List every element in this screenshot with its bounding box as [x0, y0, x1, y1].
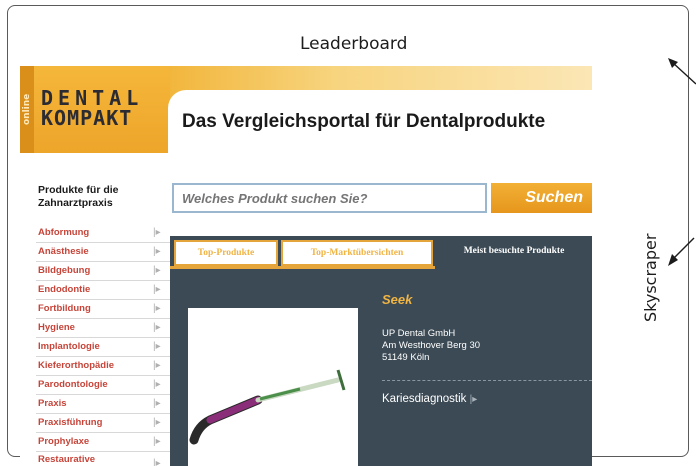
sidebar-item-fortbildung[interactable]: Fortbildung |▸: [36, 300, 170, 319]
chevron-right-icon: |▸: [153, 246, 161, 257]
company-name: UP Dental GmbH: [382, 328, 456, 339]
divider: [382, 380, 592, 381]
sidebar-item-prophylaxe[interactable]: Prophylaxe |▸: [36, 433, 170, 452]
sidebar-item-label: Implantologie: [38, 341, 100, 352]
arrow-skyscraper-icon: [668, 237, 695, 266]
sidebar-heading: Produkte für die Zahnarztpraxis: [38, 184, 148, 210]
sidebar-item-label: Endodontie: [38, 284, 91, 295]
sidebar-item-parodontologie[interactable]: Parodontologie |▸: [36, 376, 170, 395]
chevron-right-icon: |▸: [153, 436, 161, 447]
leaderboard-label: Leaderboard: [300, 34, 408, 54]
chevron-right-icon: |▸: [153, 379, 161, 390]
chevron-right-icon: |▸: [153, 303, 161, 314]
sidebar-item-label: Restaurative: [38, 454, 96, 465]
sidebar-item-label: Praxisführung: [38, 417, 103, 428]
sidebar-item-label: Abformung: [38, 227, 90, 238]
chevron-right-icon: |▸: [153, 458, 161, 466]
sidebar-item-endodontie[interactable]: Endodontie |▸: [36, 281, 170, 300]
chevron-right-icon: |▸: [153, 284, 161, 295]
skyscraper-label: Skyscraper: [641, 233, 660, 322]
sidebar-item-hygiene[interactable]: Hygiene |▸: [36, 319, 170, 338]
sidebar-item-praxisfuehrung[interactable]: Praxisführung |▸: [36, 414, 170, 433]
product-search-input[interactable]: [172, 183, 487, 213]
site-title: Das Vergleichsportal für Dentalprodukte: [182, 111, 546, 132]
chevron-right-icon: |▸: [153, 398, 161, 409]
tab-underline: [170, 266, 435, 269]
tab-top-produkte[interactable]: Top-Produkte: [174, 240, 278, 266]
sidebar-item-praxis[interactable]: Praxis |▸: [36, 395, 170, 414]
sidebar-item-label: Praxis: [38, 398, 67, 409]
search-button[interactable]: Suchen: [491, 183, 592, 213]
category-label: Kariesdiagnostik: [382, 393, 467, 405]
manufacturer-address: UP Dental GmbH Am Westhover Berg 30 5114…: [382, 328, 480, 364]
sidebar-item-abformung[interactable]: Abformung |▸: [36, 224, 170, 243]
online-vertical-tab: online: [20, 66, 34, 153]
tab-top-marktuebersichten[interactable]: Top-Marktübersichten: [281, 240, 433, 266]
sidebar-item-implantologie[interactable]: Implantologie |▸: [36, 338, 170, 357]
arrow-leaderboard-icon: [668, 58, 696, 85]
sidebar-item-anaesthesie[interactable]: Anästhesie |▸: [36, 243, 170, 262]
logo-line-2: KOMPAKT: [41, 106, 133, 130]
category-link[interactable]: Kariesdiagnostik |▸: [382, 393, 477, 405]
chevron-right-icon: |▸: [153, 360, 161, 371]
company-city: 51149 Köln: [382, 352, 430, 363]
chevron-right-icon: |▸: [153, 417, 161, 428]
product-name[interactable]: Seek: [382, 292, 412, 307]
chevron-right-icon: |▸: [153, 322, 161, 333]
sidebar-item-label: Bildgebung: [38, 265, 91, 276]
category-sidebar: Abformung |▸ Anästhesie |▸ Bildgebung |▸ En…: [36, 224, 170, 466]
sidebar-item-label: Anästhesie: [38, 246, 89, 257]
sidebar-item-label: Hygiene: [38, 322, 75, 333]
website-screenshot: online DENTAL KOMPAKT Das Vergleichsport…: [20, 66, 592, 466]
chevron-right-icon: |▸: [469, 394, 478, 405]
chevron-right-icon: |▸: [153, 265, 161, 276]
sidebar-item-restaurative[interactable]: Restaurative |▸: [36, 452, 170, 466]
sidebar-item-label: Prophylaxe: [38, 436, 90, 447]
sidebar-item-label: Fortbildung: [38, 303, 91, 314]
sidebar-item-bildgebung[interactable]: Bildgebung |▸: [36, 262, 170, 281]
product-image[interactable]: [188, 308, 358, 466]
logo[interactable]: online DENTAL KOMPAKT: [20, 66, 170, 153]
sidebar-item-label: Kieferorthopädie: [38, 360, 115, 371]
company-street: Am Westhover Berg 30: [382, 340, 481, 351]
sidebar-item-kieferorthopaedie[interactable]: Kieferorthopädie |▸: [36, 357, 170, 376]
sidebar-item-label: Parodontologie: [38, 379, 108, 390]
tab-meist-besuchte-produkte[interactable]: Meist besuchte Produkte: [436, 240, 592, 266]
chevron-right-icon: |▸: [153, 227, 161, 238]
syringe-icon: [189, 369, 346, 445]
sidebar-heading-text: Produkte für die Zahnarztpraxis: [38, 184, 119, 209]
chevron-right-icon: |▸: [153, 341, 161, 352]
